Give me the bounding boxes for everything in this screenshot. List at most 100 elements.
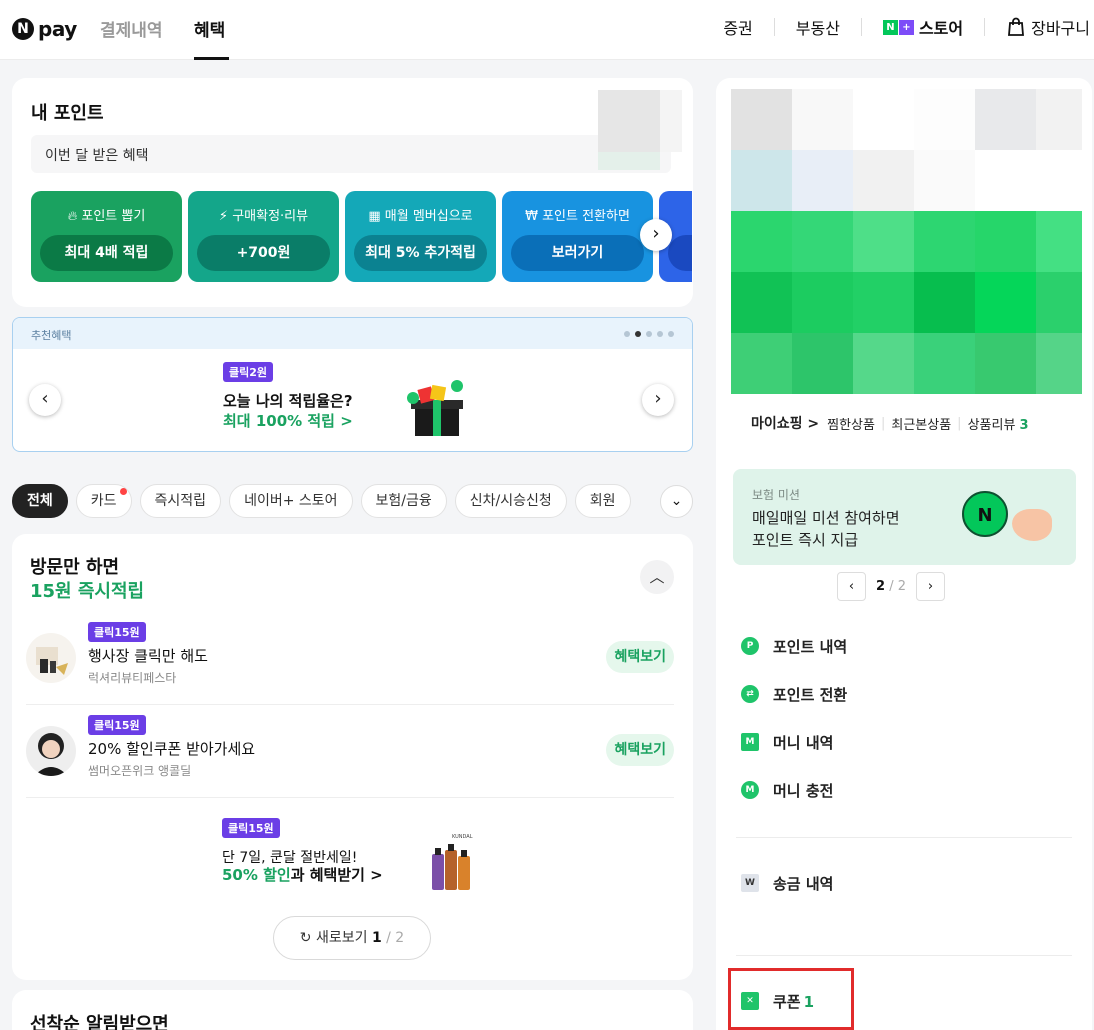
category-filter-chips: 전체 카드 즉시적립 네이버+ 스토어 보험/금융 신차/시승신청 회원: [12, 484, 672, 518]
new-dot-indicator: [119, 488, 127, 495]
tile-purchase-review[interactable]: ⚡︎ 구매확정·리뷰 +700원: [188, 191, 339, 282]
banner-subline: 최대 100% 적립 >: [223, 412, 353, 430]
mission-line1: 매일매일 미션 참여하면: [752, 509, 900, 527]
link-store[interactable]: N + 스토어: [862, 18, 986, 38]
menu-transfer-history[interactable]: W 송금 내역: [741, 870, 833, 896]
list-item[interactable]: 클릭15원 행사장 클릭만 해도 럭셔리뷰티페스타 혜택보기: [26, 613, 674, 705]
menu-money-charge[interactable]: M 머니 충전: [741, 777, 833, 803]
tile-point-exchange[interactable]: ₩ 포인트 전환하면 보러가기: [502, 191, 653, 282]
view-benefit-button[interactable]: 혜택보기: [606, 641, 674, 673]
npay-logo[interactable]: N pay: [12, 17, 77, 41]
active-tab-indicator: [194, 57, 229, 60]
section-title: 선착순 알림받으면: [30, 1014, 169, 1030]
tile-membership[interactable]: ▦ 매월 멤버십으로 최대 5% 추가적립: [345, 191, 496, 282]
divider: [736, 955, 1072, 956]
menu-point-exchange[interactable]: ⇄ 포인트 전환: [741, 681, 847, 707]
menu-point-history[interactable]: P 포인트 내역: [741, 633, 847, 659]
n-logo-icon: N: [12, 18, 34, 40]
click-reward-badge: 클릭15원: [88, 622, 146, 642]
carousel-dot[interactable]: [668, 331, 674, 337]
pager-total: / 2: [889, 579, 906, 594]
chip-membership[interactable]: 회원: [574, 484, 631, 518]
chip-new-car[interactable]: 신차/시승신청: [454, 484, 567, 518]
menu-point-history-label: 포인트 내역: [773, 637, 848, 656]
membership-icon: ▦: [368, 209, 381, 224]
coupon-highlight-box: [728, 968, 854, 1030]
view-benefit-button[interactable]: 혜택보기: [606, 734, 674, 766]
menu-money-history[interactable]: M 머니 내역: [741, 729, 833, 755]
refresh-button[interactable]: ↻ 새로보기 1 / 2: [273, 916, 431, 960]
tiles-next-button[interactable]: ›: [640, 219, 672, 251]
chips-expand-button[interactable]: ⌄: [660, 485, 693, 518]
tab-benefits[interactable]: 혜택: [194, 16, 225, 41]
pager-prev-button[interactable]: ‹: [837, 572, 866, 601]
tile-membership-button[interactable]: 최대 5% 추가적립: [354, 235, 487, 271]
product-image: KUNDAL: [430, 834, 474, 894]
gift-box-icon: [407, 380, 463, 436]
chevron-down-icon: ⌄: [670, 493, 683, 509]
product-brand-label: KUNDAL: [452, 834, 473, 840]
tile-membership-title: 매월 멤버십으로: [384, 209, 473, 224]
item-thumbnail: [26, 726, 76, 776]
carousel-dot[interactable]: [646, 331, 652, 337]
tile-point-draw[interactable]: 🔥︎ 포인트 뽑기 최대 4배 적립: [31, 191, 182, 282]
list-item[interactable]: 클릭15원 20% 할인쿠폰 받아가세요 썸머오픈위크 앵콜딜 혜택보기: [26, 706, 674, 798]
my-points-card: 내 포인트 이번 달 받은 혜택 🔥︎ 포인트 뽑기 최대 4배 적립 ⚡︎ 구…: [12, 78, 693, 307]
review-count: 3: [1019, 417, 1029, 433]
item-title: 20% 할인쿠폰 받아가세요: [88, 740, 256, 758]
tile-partial-button: [668, 235, 692, 271]
link-cart[interactable]: 장바구니: [985, 17, 1090, 38]
click-reward-badge: 클릭15원: [222, 818, 280, 838]
tile-purchase-review-title: 구매확정·리뷰: [232, 209, 309, 224]
chevron-left-icon: ‹: [848, 579, 855, 594]
tab-payment-history[interactable]: 결제내역: [100, 16, 163, 41]
mission-line2: 포인트 즉시 지급: [752, 531, 859, 549]
link-stocks-label: 증권: [723, 19, 753, 38]
chevron-left-icon: ‹: [41, 388, 49, 409]
transfer-icon: W: [741, 874, 759, 892]
carousel-dot[interactable]: [624, 331, 630, 337]
monthly-benefit-bar[interactable]: 이번 달 받은 혜택: [31, 135, 671, 173]
collapse-button[interactable]: ︿: [640, 560, 674, 594]
link-real-estate[interactable]: 부동산: [775, 18, 862, 38]
product-review-link[interactable]: 상품리뷰 3: [968, 414, 1029, 433]
tile-point-draw-button[interactable]: 최대 4배 적립: [40, 235, 173, 271]
refresh-icon: ↻: [299, 930, 312, 946]
separator: |: [880, 415, 886, 431]
recommended-header: 추천혜택: [13, 318, 692, 349]
chip-all[interactable]: 전체: [12, 484, 68, 518]
tile-point-draw-title: 포인트 뽑기: [81, 209, 146, 224]
my-shopping-link[interactable]: 마이쇼핑 >: [751, 413, 819, 433]
tile-point-exchange-button[interactable]: 보러가기: [511, 235, 644, 271]
carousel-dot-active[interactable]: [635, 331, 641, 337]
chip-card-label: 카드: [90, 493, 117, 509]
blurred-ad-banner[interactable]: [731, 89, 1082, 394]
shopping-bag-icon: [1008, 17, 1025, 36]
recent-viewed-link[interactable]: 최근본상품: [891, 414, 951, 433]
carousel-dot[interactable]: [657, 331, 663, 337]
link-cart-label: 장바구니: [1031, 19, 1090, 38]
header-links: 증권 부동산 N + 스토어 장바구니: [702, 17, 1090, 38]
section-title: 방문만 하면: [30, 557, 120, 578]
pager-next-button[interactable]: ›: [915, 572, 945, 601]
tile-purchase-review-button[interactable]: +700원: [197, 235, 330, 271]
link-stocks[interactable]: 증권: [702, 18, 775, 38]
refresh-total-pages: / 2: [386, 930, 405, 946]
my-shopping-bar: 마이쇼핑 > 찜한상품 | 최근본상품 | 상품리뷰 3: [731, 398, 1067, 448]
separator: |: [957, 415, 962, 431]
promo-subline[interactable]: 50% 할인과 혜택받기 >: [222, 864, 383, 885]
chip-naver-plus-store[interactable]: 네이버+ 스토어: [229, 484, 353, 518]
points-title: 내 포인트: [31, 103, 104, 124]
insurance-mission-banner[interactable]: 보험 미션 매일매일 미션 참여하면 포인트 즉시 지급 N: [733, 469, 1076, 565]
banner-next-button[interactable]: ›: [642, 384, 674, 416]
chip-instant[interactable]: 즉시적립: [139, 484, 222, 518]
money-charge-icon: M: [741, 781, 759, 799]
chip-insurance-finance[interactable]: 보험/금융: [360, 484, 447, 518]
banner-prev-button[interactable]: ‹: [29, 384, 61, 416]
recommended-benefit-banner[interactable]: 추천혜택 ‹ › 클릭2원 오늘 나의 적립율은? 최대 100% 적립 >: [12, 317, 693, 452]
click-reward-badge: 클릭15원: [88, 715, 146, 735]
chevron-right-icon: ›: [927, 579, 934, 594]
wishlist-link[interactable]: 찜한상품: [827, 414, 875, 433]
first-come-card: 선착순 알림받으면: [12, 990, 693, 1030]
chip-card[interactable]: 카드: [75, 484, 132, 518]
